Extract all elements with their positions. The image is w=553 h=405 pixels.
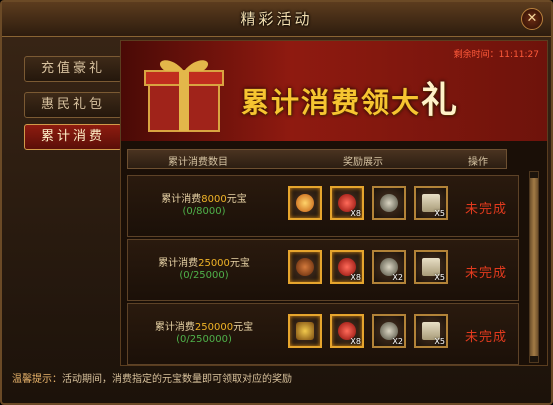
header-amount: 累计消费数目 (168, 157, 228, 168)
banner-title-big: 礼 (421, 80, 460, 121)
tip-content: 活动期间，消费指定的元宝数量即可领取对应的奖励 (62, 374, 292, 385)
header-rewards: 奖励展示 (343, 157, 383, 168)
status-incomplete: 未完成 (464, 202, 507, 217)
spiked-ball-icon[interactable] (372, 186, 406, 220)
progress-text: (0/8000) (182, 206, 226, 217)
item-count: X5 (434, 273, 445, 282)
activity-panel: 累计消费领大礼 剩余时间：11:11:27 累计消费数目 奖励展示 操作 累计消… (120, 40, 548, 366)
mount-icon[interactable] (288, 250, 322, 284)
item-count: X8 (350, 209, 361, 218)
activity-window: 精彩活动 ✕ 充值豪礼 惠民礼包 累计消费 累计消费领大礼 剩余时间：11:11… (0, 0, 553, 405)
scrollbar-thumb[interactable] (530, 178, 538, 356)
progress-text: (0/25000) (179, 270, 229, 281)
header-action: 操作 (468, 157, 488, 168)
red-gem-icon[interactable]: X8 (330, 250, 364, 284)
requirement-text: 累计消费25000元宝 (134, 254, 274, 269)
banner-title: 累计消费领大礼 (241, 71, 459, 123)
close-x-icon[interactable]: ✕ (521, 8, 543, 30)
req-unit: 元宝 (226, 194, 247, 205)
reward-row: 累计消费25000元宝 (0/25000) X8 X2 X5 未完成 (127, 239, 519, 301)
req-prefix: 累计消费 (161, 194, 202, 205)
tip-label: 温馨提示： (12, 374, 62, 385)
tab-benefit-pack[interactable]: 惠民礼包 (24, 92, 122, 118)
status-incomplete: 未完成 (464, 266, 507, 281)
banner: 累计消费领大礼 剩余时间：11:11:27 (121, 41, 547, 141)
scrollbar[interactable] (529, 171, 539, 363)
req-prefix: 累计消费 (158, 258, 199, 269)
table-header: 累计消费数目 奖励展示 操作 (127, 149, 507, 169)
requirement-text: 累计消费250000元宝 (134, 318, 274, 333)
sidebar: 充值豪礼 惠民礼包 累计消费 (10, 42, 122, 357)
title-bar: 精彩活动 ✕ (2, 2, 551, 37)
reward-row: 累计消费8000元宝 (0/8000) X8 X5 未完成 (127, 175, 519, 237)
item-count: X5 (434, 209, 445, 218)
tab-recharge-gift[interactable]: 充值豪礼 (24, 56, 122, 82)
tab-cumulative-spend[interactable]: 累计消费 (24, 124, 122, 150)
scroll-icon[interactable]: X5 (414, 250, 448, 284)
countdown: 剩余时间：11:11:27 (453, 50, 539, 60)
reward-row: 累计消费250000元宝 (0/250000) X8 X2 X5 未完成 (127, 303, 519, 365)
window-title: 精彩活动 (240, 10, 313, 28)
item-count: X2 (392, 337, 403, 346)
progress-text: (0/250000) (176, 334, 232, 345)
req-unit: 元宝 (229, 258, 250, 269)
item-count: X5 (434, 337, 445, 346)
red-gem-icon[interactable]: X8 (330, 314, 364, 348)
status-incomplete: 未完成 (464, 330, 507, 345)
spiked-ball-icon[interactable]: X2 (372, 250, 406, 284)
req-unit: 元宝 (233, 322, 254, 333)
tip-text: 温馨提示：活动期间，消费指定的元宝数量即可领取对应的奖励 (12, 370, 292, 385)
requirement-text: 累计消费8000元宝 (134, 190, 274, 205)
req-amount: 25000 (198, 258, 230, 269)
scroll-icon[interactable]: X5 (414, 186, 448, 220)
gift-box-icon (144, 60, 224, 132)
scroll-icon[interactable]: X5 (414, 314, 448, 348)
req-amount: 8000 (201, 194, 227, 205)
banner-title-text: 累计消费领大 (241, 86, 422, 119)
item-count: X2 (392, 273, 403, 282)
spiked-ball-icon[interactable]: X2 (372, 314, 406, 348)
req-prefix: 累计消费 (154, 322, 195, 333)
item-count: X8 (350, 273, 361, 282)
orange-orb-icon[interactable] (288, 186, 322, 220)
red-gem-icon[interactable]: X8 (330, 186, 364, 220)
item-count: X8 (350, 337, 361, 346)
req-amount: 250000 (194, 322, 234, 333)
treasure-chest-icon[interactable] (288, 314, 322, 348)
